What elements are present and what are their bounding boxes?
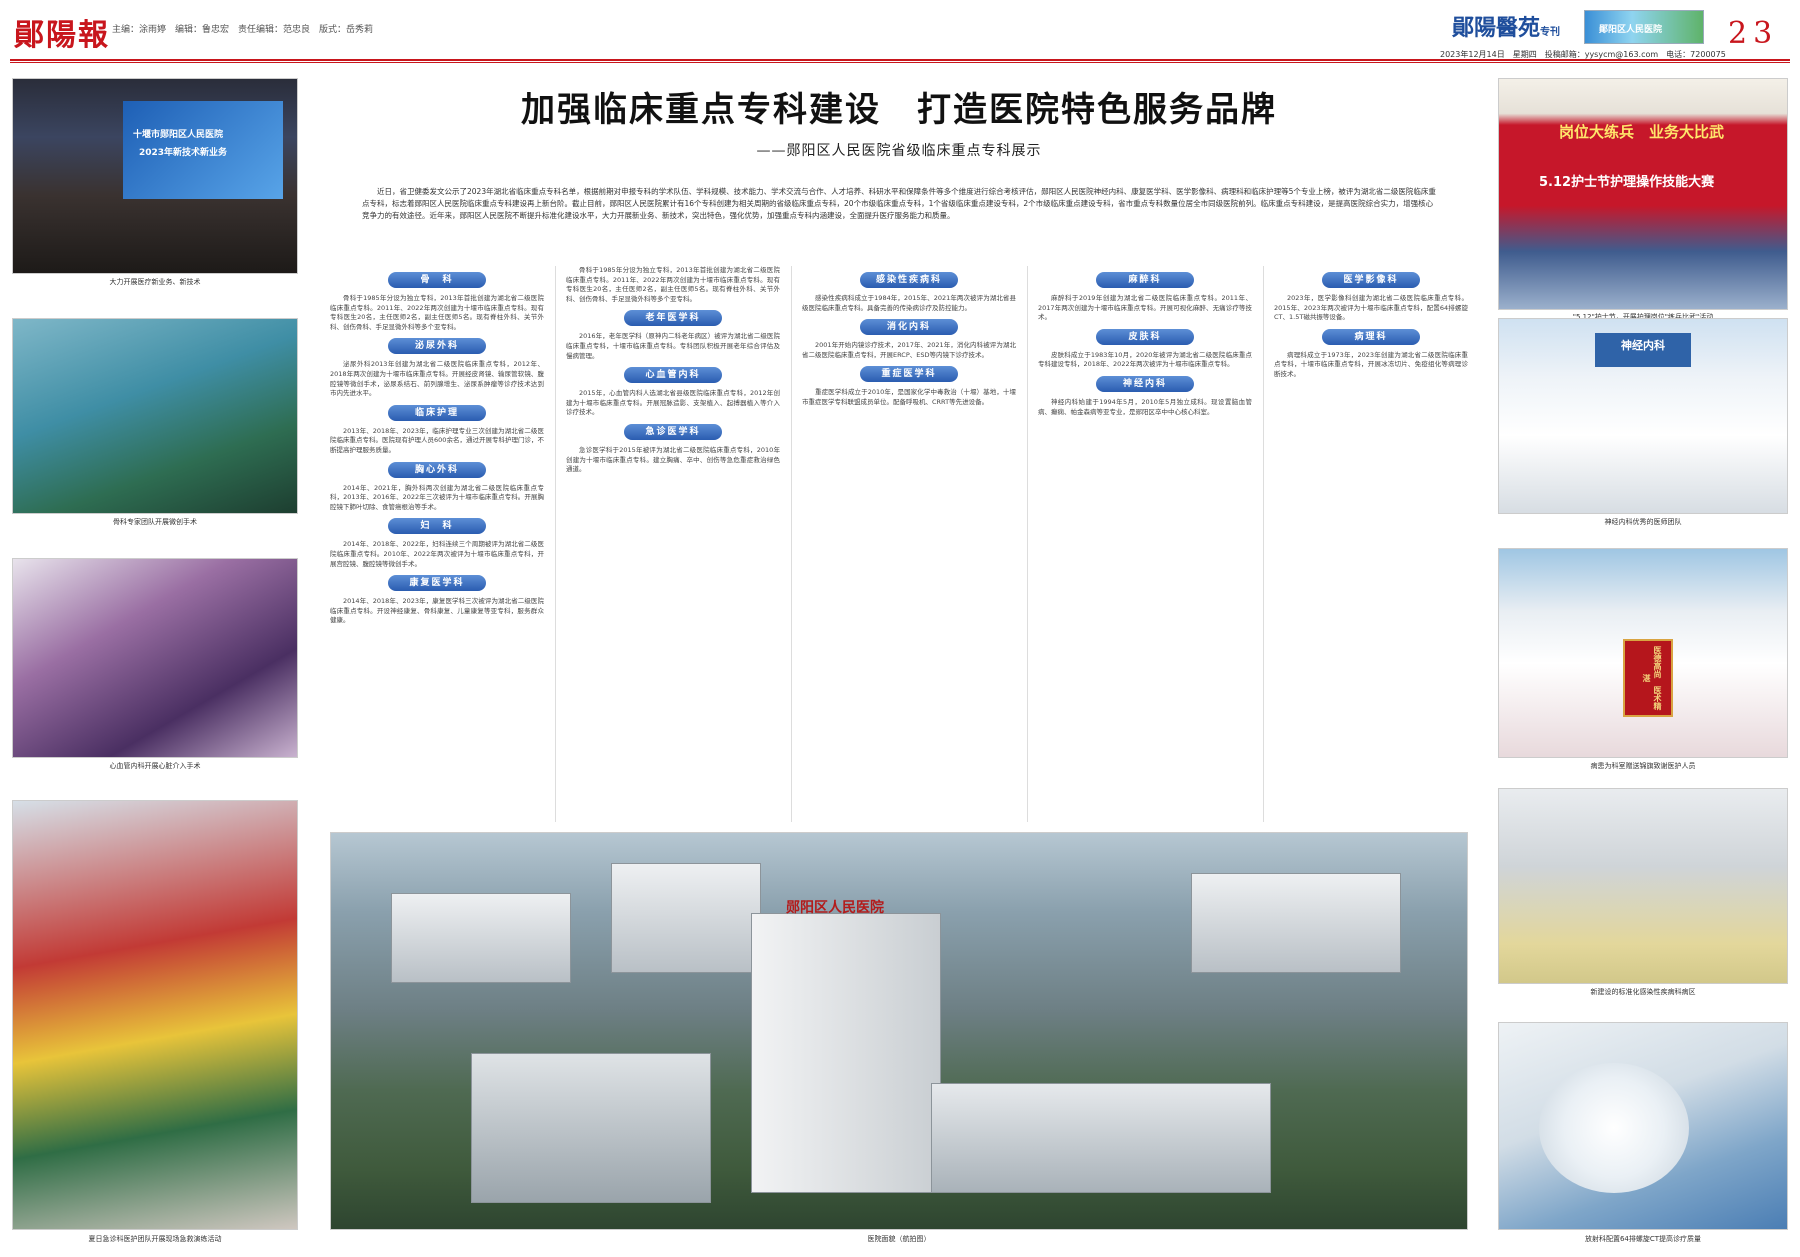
- section-title: 神经内科: [1096, 375, 1194, 392]
- hospital-sign: 郧阳区人民医院: [786, 900, 884, 916]
- photo-caption: 医院面貌（航拍图）: [867, 1235, 931, 1243]
- contest-banner-title: 岗位大练兵 业务大比武: [1559, 123, 1725, 141]
- section-body: 2014年、2021年，胸外科两次创建为湖北省二级医院临床重点专科，2013年、…: [330, 483, 544, 511]
- column-2: 骨科于1985年分设为独立专科，2013年首批创建为湖北省二级医院临床重点专科。…: [566, 266, 780, 826]
- section-title: 医学影像科: [1322, 272, 1420, 288]
- section-title: 妇 科: [388, 518, 486, 535]
- newspaper-logo: 鄖陽報: [14, 18, 110, 53]
- section-body: 2016年，老年医学科（原神内二科老年病区）被评为湖北省二级医院临床重点专科，十…: [566, 332, 780, 360]
- hospital-podium: [931, 1083, 1271, 1193]
- photo-caption: 神经内科优秀的医师团队: [1604, 518, 1682, 526]
- pennant: 医德高尚 医术精湛: [1623, 639, 1673, 717]
- hospital-main-tower: [751, 913, 941, 1193]
- projection-screen: 十堰市郧阳区人民医院 2023年新技术新业务: [123, 101, 283, 199]
- ct-gantry: [1539, 1063, 1689, 1193]
- photo-caption: 夏日急诊科医护团队开展现场急救演练活动: [88, 1235, 222, 1243]
- photo-caption: 骨科专家团队开展微创手术: [113, 518, 197, 526]
- header-banner-text: 鄖阳区人民医院: [1599, 25, 1663, 35]
- section-body: 2015年，心血管内科人选湖北省县级医院临床重点专科，2012年创建为十堰市临床…: [566, 389, 780, 417]
- photo-caption: 放射科配置64排螺旋CT提高诊疗质量: [1584, 1235, 1702, 1243]
- section-title: 感染性疾病科: [860, 272, 958, 288]
- article-subheadline: ——郧阳区人民医院省级临床重点专科展示: [756, 143, 1042, 159]
- section-body: 2001年开始内镜诊疗技术，2017年、2021年，消化内科被评为湖北省二级医院…: [802, 341, 1016, 359]
- section-body: 2013年、2018年、2023年，临床护理专业三次创建为湖北省二级医院临床重点…: [330, 426, 544, 454]
- photo-caption: 病患为科室赠送锦旗致谢医护人员: [1590, 762, 1696, 770]
- column-divider: [791, 266, 792, 822]
- article-headline: 加强临床重点专科建设 打造医院特色服务品牌: [521, 90, 1277, 130]
- special-issue-tag: 专刊: [1540, 27, 1561, 38]
- building: [611, 863, 761, 973]
- section-title: 临床护理: [388, 404, 486, 421]
- section-title: 骨 科: [388, 272, 486, 288]
- section-body: 皮肤科成立于1983年10月，2020年被评为湖北省二级医院临床重点专科建设专科…: [1038, 350, 1252, 369]
- section-body: 神经内科始建于1994年5月，2010年5月独立成科。现设置脑血管病、癫痫、帕金…: [1038, 397, 1252, 416]
- special-issue-title: 鄖陽醫苑专刊: [1452, 10, 1560, 42]
- section-body: 骨科于1985年分设为独立专科，2013年首批创建为湖北省二级医院临床重点专科。…: [330, 294, 544, 331]
- photo-caption: 新建设的标准化感染性疾病科病区: [1590, 988, 1696, 996]
- photo-cardiac-intervention: [12, 558, 298, 758]
- photo-infectious-ward: [1498, 788, 1788, 984]
- section-title: 重症医学科: [860, 366, 958, 383]
- photo-new-technology-meeting: 十堰市郧阳区人民医院 2023年新技术新业务: [12, 78, 298, 274]
- page-number: 23: [1728, 16, 1779, 51]
- column-divider: [555, 266, 556, 822]
- building: [1191, 873, 1401, 973]
- section-title: 麻醉科: [1096, 272, 1194, 288]
- photo-first-aid-drill: [12, 800, 298, 1230]
- photo-pennant-presentation: 医德高尚 医术精湛: [1498, 548, 1788, 758]
- contest-banner-subtitle: 5.12护士节护理操作技能大赛: [1539, 175, 1715, 190]
- section-body: 病理科成立于1973年，2023年创建为湖北省二级医院临床重点专科，十堰市临床重…: [1274, 350, 1468, 378]
- building: [391, 893, 571, 983]
- section-body: 2023年，医学影像科创建为湖北省二级医院临床重点专科。2015年、2023年两…: [1274, 294, 1468, 322]
- special-issue-name: 鄖陽醫苑: [1452, 15, 1541, 41]
- section-body: 2014年、2018年、2023年，康复医学科三次被评为湖北省二级医院临床重点专…: [330, 597, 544, 625]
- column-divider: [1027, 266, 1028, 822]
- column-4: 麻醉科 麻醉科于2019年创建为湖北省二级医院临床重点专科。2011年、2017…: [1038, 266, 1252, 826]
- section-title: 消化内科: [860, 319, 958, 336]
- photo-caption: 大力开展医疗新业务、新技术: [109, 278, 201, 286]
- section-title: 病理科: [1322, 328, 1420, 345]
- screen-text: 十堰市郧阳区人民医院: [133, 130, 224, 140]
- masthead: 鄖陽報 主编：涂雨婷 编辑：鲁忠宏 责任编辑：范忠良 版式：岳秀莉 鄖陽醫苑专刊…: [0, 0, 1800, 60]
- top-rule: [10, 59, 1790, 61]
- header-banner-image: 鄖阳区人民医院: [1584, 10, 1704, 44]
- building: [471, 1053, 711, 1203]
- top-rule-thin: [10, 62, 1790, 63]
- column-3: 感染性疾病科 感染性疾病科成立于1984年，2015年、2021年两次被评为湖北…: [802, 266, 1016, 826]
- article-intro: 近日，省卫健委发文公示了2023年湖北省临床重点专科名单，根据前期对申报专科的学…: [362, 187, 1436, 220]
- section-title: 胸心外科: [388, 461, 486, 478]
- photo-caption: 心血管内科开展心脏介入手术: [109, 762, 201, 770]
- section-title: 急诊医学科: [624, 423, 722, 440]
- department-sign: 神经内科: [1595, 333, 1691, 367]
- column-1: 骨 科 骨科于1985年分设为独立专科，2013年首批创建为湖北省二级医院临床重…: [330, 266, 544, 826]
- column-5: 医学影像科 2023年，医学影像科创建为湖北省二级医院临床重点专科。2015年、…: [1274, 266, 1468, 826]
- section-body: 2014年、2018年、2022年，妇科连续三个周期被评为湖北省二级医院临床重点…: [330, 540, 544, 568]
- photo-ct-scanner: [1498, 1022, 1788, 1230]
- photo-orthopedic-surgery: [12, 318, 298, 514]
- section-title: 泌尿外科: [388, 338, 486, 355]
- section-title: 心血管内科: [624, 367, 722, 384]
- photo-neurology-team: 神经内科: [1498, 318, 1788, 514]
- section-title: 康复医学科: [388, 575, 486, 592]
- section-body: 感染性疾病科成立于1984年，2015年、2021年两次被评为湖北省县级医院临床…: [802, 294, 1016, 312]
- section-title: 老年医学科: [624, 310, 722, 327]
- section-body: 重症医学科成立于2010年，是国家化学中毒救治（十堰）基地，十堰市重症医学专科联…: [802, 388, 1016, 406]
- section-body: 急诊医学科于2015年被评为湖北省二级医院临床重点专科，2010年创建为十堰市临…: [566, 445, 780, 474]
- section-title: 皮肤科: [1096, 328, 1194, 345]
- staff-credits: 主编：涂雨婷 编辑：鲁忠宏 责任编辑：范忠良 版式：岳秀莉: [112, 25, 374, 35]
- section-body: 泌尿外科2013年创建为湖北省二级医院临床重点专科，2012年、2018年两次创…: [330, 360, 544, 398]
- screen-text-2: 2023年新技术新业务: [139, 148, 228, 158]
- photo-hospital-aerial: 郧阳区人民医院: [330, 832, 1468, 1230]
- section-body-continued: 骨科于1985年分设为独立专科，2013年首批创建为湖北省二级医院临床重点专科。…: [566, 266, 780, 303]
- column-divider: [1263, 266, 1264, 822]
- section-body: 麻醉科于2019年创建为湖北省二级医院临床重点专科。2011年、2017年两次创…: [1038, 294, 1252, 322]
- photo-nursing-skills-contest: 岗位大练兵 业务大比武 5.12护士节护理操作技能大赛: [1498, 78, 1788, 310]
